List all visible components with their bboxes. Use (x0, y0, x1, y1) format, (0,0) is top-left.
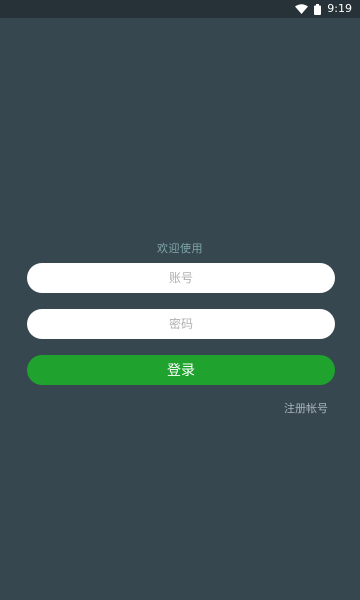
wifi-icon (295, 4, 309, 14)
status-icons: 9:19 (295, 2, 352, 16)
welcome-title: 欢迎使用 (157, 242, 203, 255)
password-input[interactable] (27, 309, 335, 339)
login-button[interactable]: 登录 (27, 355, 335, 385)
battery-icon (314, 3, 322, 15)
status-time: 9:19 (327, 2, 352, 15)
status-bar: 9:19 (0, 0, 360, 18)
register-link[interactable]: 注册帐号 (284, 400, 328, 416)
account-input[interactable] (27, 263, 335, 293)
login-button-label: 登录 (167, 362, 195, 378)
login-screen: 9:19 欢迎使用 登录 注册帐号 (0, 0, 360, 600)
